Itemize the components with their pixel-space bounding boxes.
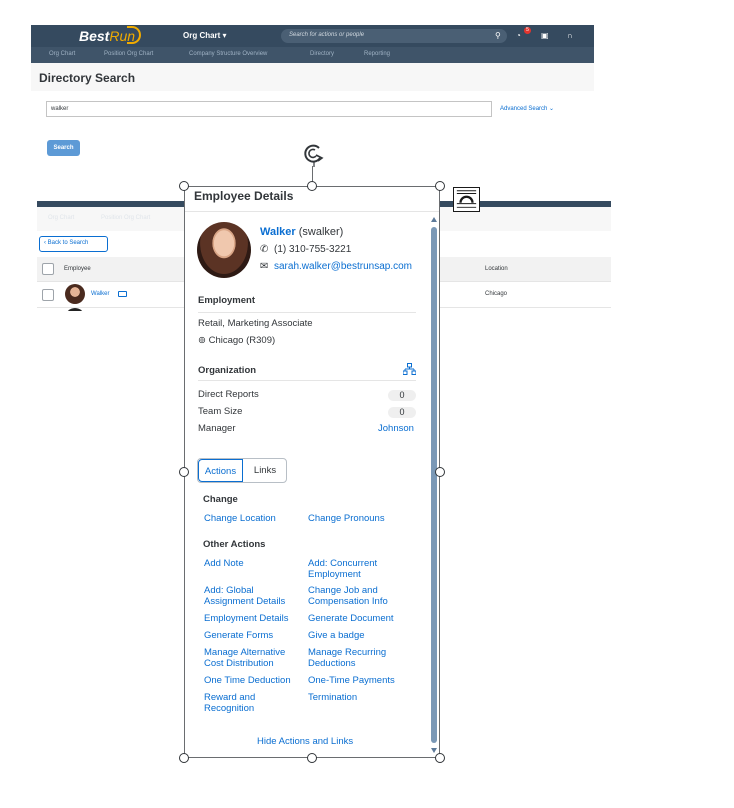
subnav-position-org-chart[interactable]: Position Org Chart bbox=[104, 51, 153, 57]
employee-name-link[interactable]: Walker bbox=[91, 291, 109, 297]
org-chart-menu[interactable]: Org Chart ▾ bbox=[183, 31, 227, 40]
brand-arc-icon bbox=[127, 26, 141, 44]
business-card-icon[interactable] bbox=[118, 291, 127, 297]
resize-handle-top-left[interactable] bbox=[179, 181, 189, 191]
resize-handle-bottom-left[interactable] bbox=[179, 753, 189, 763]
resize-handle-bottom-right[interactable] bbox=[435, 753, 445, 763]
directory-search-input[interactable]: walker bbox=[46, 101, 492, 117]
employee-location: Chicago bbox=[485, 291, 508, 297]
selection-frame bbox=[184, 186, 440, 758]
shell-bar: BestRun Org Chart ▾ Search for actions o… bbox=[31, 25, 594, 47]
avatar bbox=[65, 308, 85, 311]
search-icon[interactable]: ⚲ bbox=[495, 31, 501, 41]
subnav-company-structure[interactable]: Company Structure Overview bbox=[189, 51, 267, 57]
help-icon[interactable]: ∩ bbox=[567, 31, 573, 41]
shell-search-input[interactable]: Search for actions or people bbox=[281, 29, 507, 43]
brand-text: Best bbox=[79, 28, 110, 44]
resize-handle-top[interactable] bbox=[307, 181, 317, 191]
resize-handle-bottom[interactable] bbox=[307, 753, 317, 763]
resize-handle-right[interactable] bbox=[435, 467, 445, 477]
sub-navigation: Org Chart Position Org Chart Company Str… bbox=[31, 47, 594, 63]
refresh-icon[interactable] bbox=[301, 141, 327, 167]
resize-handle-left[interactable] bbox=[179, 467, 189, 477]
notifications-icon[interactable]: ◔ bbox=[516, 31, 521, 41]
column-employee[interactable]: Employee bbox=[64, 266, 91, 272]
subnav-reporting[interactable]: Reporting bbox=[364, 51, 390, 57]
select-all-checkbox[interactable] bbox=[42, 263, 54, 275]
avatar bbox=[65, 284, 85, 304]
results-nav-org-chart[interactable]: Org Chart bbox=[48, 215, 74, 221]
back-to-search-button[interactable]: ‹ Back to Search bbox=[39, 236, 108, 252]
column-location[interactable]: Location bbox=[485, 266, 508, 272]
selection-tool-icon[interactable] bbox=[453, 187, 480, 212]
advanced-search-link[interactable]: Advanced Search ⌄ bbox=[500, 105, 554, 112]
subnav-directory[interactable]: Directory bbox=[310, 51, 334, 57]
results-nav-position-org-chart[interactable]: Position Org Chart bbox=[101, 215, 150, 221]
row-checkbox[interactable] bbox=[42, 289, 54, 301]
search-button[interactable]: Search bbox=[47, 140, 80, 156]
notification-badge: 5 bbox=[524, 27, 531, 34]
chat-icon[interactable]: ▣ bbox=[541, 31, 549, 41]
page-title: Directory Search bbox=[39, 71, 136, 85]
subnav-org-chart[interactable]: Org Chart bbox=[49, 51, 75, 57]
resize-handle-top-right[interactable] bbox=[435, 181, 445, 191]
